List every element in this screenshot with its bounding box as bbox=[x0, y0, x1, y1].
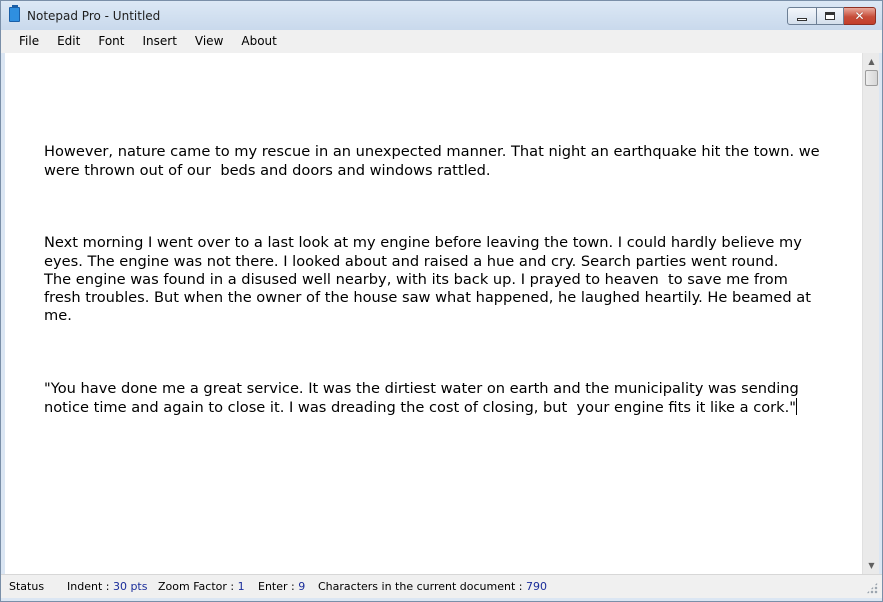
menu-file[interactable]: File bbox=[10, 30, 48, 53]
notepad-app-icon bbox=[9, 5, 20, 22]
maximize-button[interactable] bbox=[817, 7, 844, 25]
window-controls: ✕ bbox=[787, 7, 876, 25]
menu-insert[interactable]: Insert bbox=[133, 30, 185, 53]
maximize-icon bbox=[825, 12, 835, 20]
paragraph-text: "You have done me a great service. It wa… bbox=[44, 380, 799, 417]
menu-view[interactable]: View bbox=[186, 30, 232, 53]
zoom-label: Zoom Factor : bbox=[158, 580, 235, 593]
menu-about[interactable]: About bbox=[232, 30, 285, 53]
vertical-scrollbar[interactable]: ▲ ▼ bbox=[862, 53, 879, 574]
paragraph: However, nature came to my rescue in an … bbox=[44, 143, 820, 179]
menu-edit[interactable]: Edit bbox=[48, 30, 89, 53]
minimize-button[interactable] bbox=[787, 7, 817, 25]
document-text[interactable]: However, nature came to my rescue in an … bbox=[44, 107, 844, 472]
status-zoom: Zoom Factor : 1 bbox=[158, 580, 245, 593]
enter-value: 9 bbox=[298, 580, 306, 593]
close-button[interactable]: ✕ bbox=[844, 7, 876, 25]
title-bar[interactable]: Notepad Pro - Untitled ✕ bbox=[1, 1, 882, 30]
status-bar: Status Indent : 30 pts Zoom Factor : 1 E… bbox=[1, 574, 882, 598]
scroll-up-arrow-icon[interactable]: ▲ bbox=[863, 53, 880, 70]
text-editor[interactable]: However, nature came to my rescue in an … bbox=[5, 53, 862, 574]
indent-label: Indent : bbox=[67, 580, 110, 593]
scroll-thumb[interactable] bbox=[865, 70, 878, 86]
app-window: Notepad Pro - Untitled ✕ File Edit Font … bbox=[0, 0, 883, 602]
menu-bar: File Edit Font Insert View About bbox=[1, 30, 882, 53]
resize-grip-icon[interactable] bbox=[866, 582, 878, 594]
paragraph: Next morning I went over to a last look … bbox=[44, 234, 811, 325]
minimize-icon bbox=[797, 17, 807, 21]
close-icon: ✕ bbox=[854, 9, 865, 23]
scroll-down-arrow-icon[interactable]: ▼ bbox=[863, 557, 880, 574]
characters-value: 790 bbox=[526, 580, 547, 593]
window-title: Notepad Pro - Untitled bbox=[27, 9, 161, 23]
text-caret bbox=[795, 398, 797, 416]
enter-label: Enter : bbox=[258, 580, 295, 593]
window-frame-right bbox=[879, 53, 882, 574]
menu-font[interactable]: Font bbox=[89, 30, 133, 53]
zoom-value: 1 bbox=[237, 580, 245, 593]
indent-value: 30 pts bbox=[112, 580, 148, 593]
status-characters: Characters in the current document : 790 bbox=[318, 580, 547, 593]
status-label: Status bbox=[9, 580, 45, 593]
window-frame-bottom bbox=[1, 598, 882, 601]
characters-label: Characters in the current document : bbox=[318, 580, 523, 593]
paragraph: "You have done me a great service. It wa… bbox=[44, 380, 844, 417]
status-indent: Indent : 30 pts bbox=[67, 580, 147, 593]
status-enter: Enter : 9 bbox=[258, 580, 305, 593]
